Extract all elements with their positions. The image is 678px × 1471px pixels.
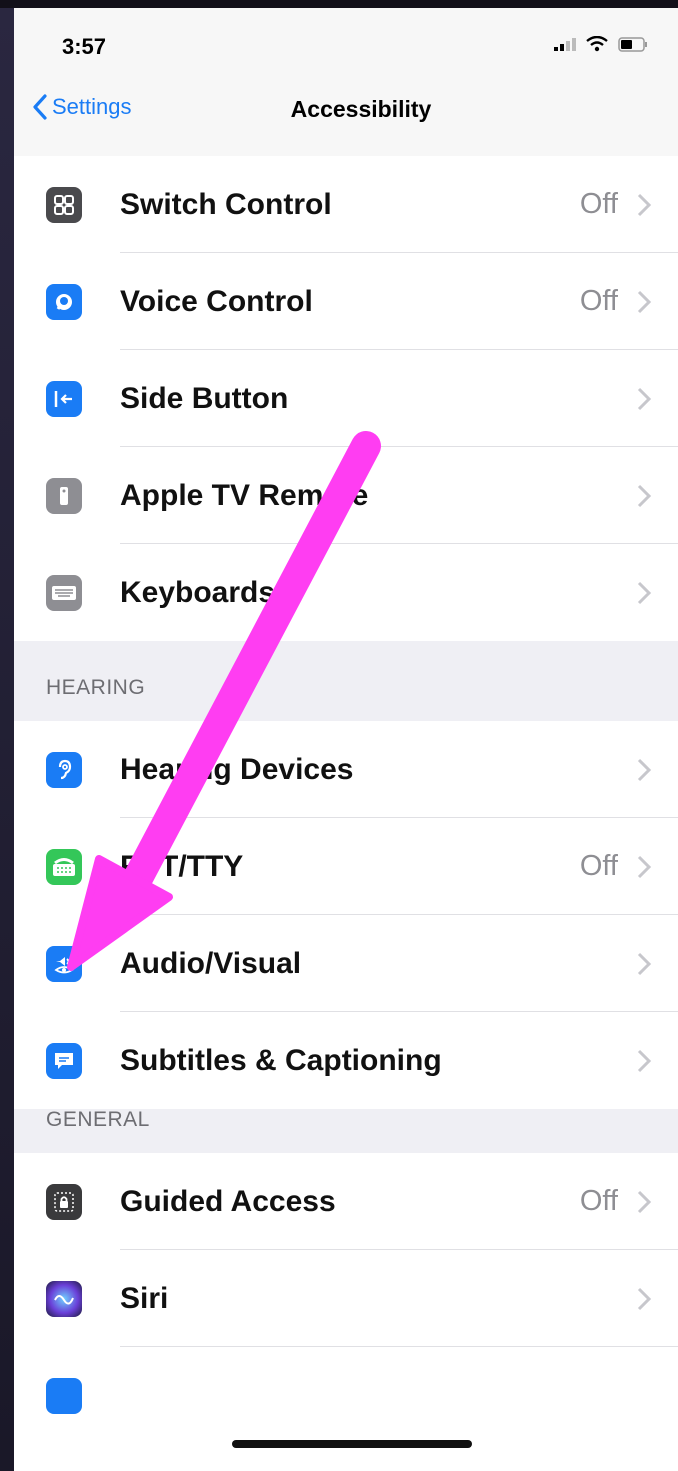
phone-screen: 3:57 Settings Accessibility Switch Contr… — [14, 8, 678, 1471]
device-frame-top — [0, 0, 678, 8]
device-frame-left — [0, 0, 14, 1471]
annotation-arrow — [67, 431, 381, 971]
